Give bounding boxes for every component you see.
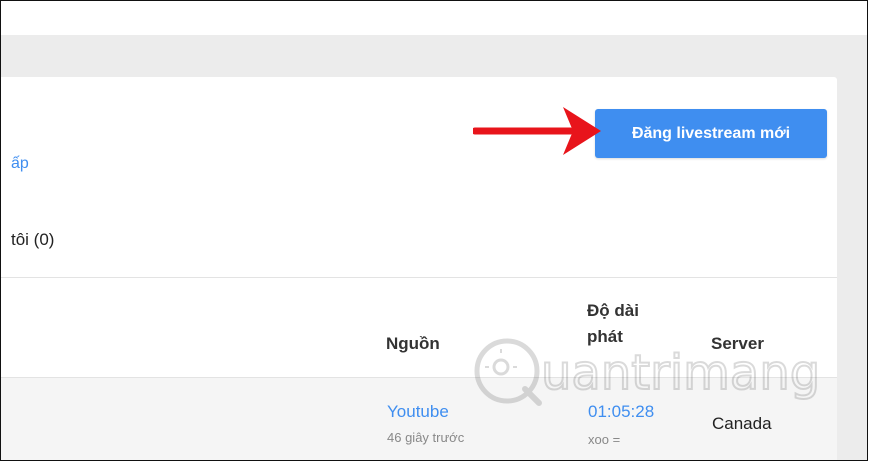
table-row: Youtube 46 giây trước 01:05:28 xoo = Can… — [1, 377, 837, 460]
server-location: Canada — [712, 414, 772, 433]
duration-subtext: xoo = — [588, 432, 621, 447]
top-bar — [1, 1, 867, 35]
browser-viewport: ấp tôi (0) Đăng livestream mới Nguồn Độ … — [0, 0, 868, 461]
partial-link[interactable]: ấp — [11, 155, 29, 173]
my-streams-count[interactable]: tôi (0) — [11, 230, 54, 250]
column-header-duration-line2: phát — [587, 327, 623, 346]
column-header-duration[interactable]: Độ dài phát — [587, 298, 697, 350]
post-new-livestream-button[interactable]: Đăng livestream mới — [595, 109, 827, 158]
column-header-server[interactable]: Server — [711, 331, 764, 357]
livestream-panel — [1, 77, 837, 277]
table-header: Nguồn Độ dài phát Server — [1, 277, 837, 378]
duration-link[interactable]: 01:05:28 — [588, 402, 654, 422]
column-header-source[interactable]: Nguồn — [386, 331, 440, 357]
column-header-duration-line1: Độ dài — [587, 301, 639, 320]
red-arrow-annotation — [473, 107, 601, 155]
time-ago: 46 giây trước — [387, 430, 465, 445]
source-link[interactable]: Youtube — [387, 402, 449, 422]
